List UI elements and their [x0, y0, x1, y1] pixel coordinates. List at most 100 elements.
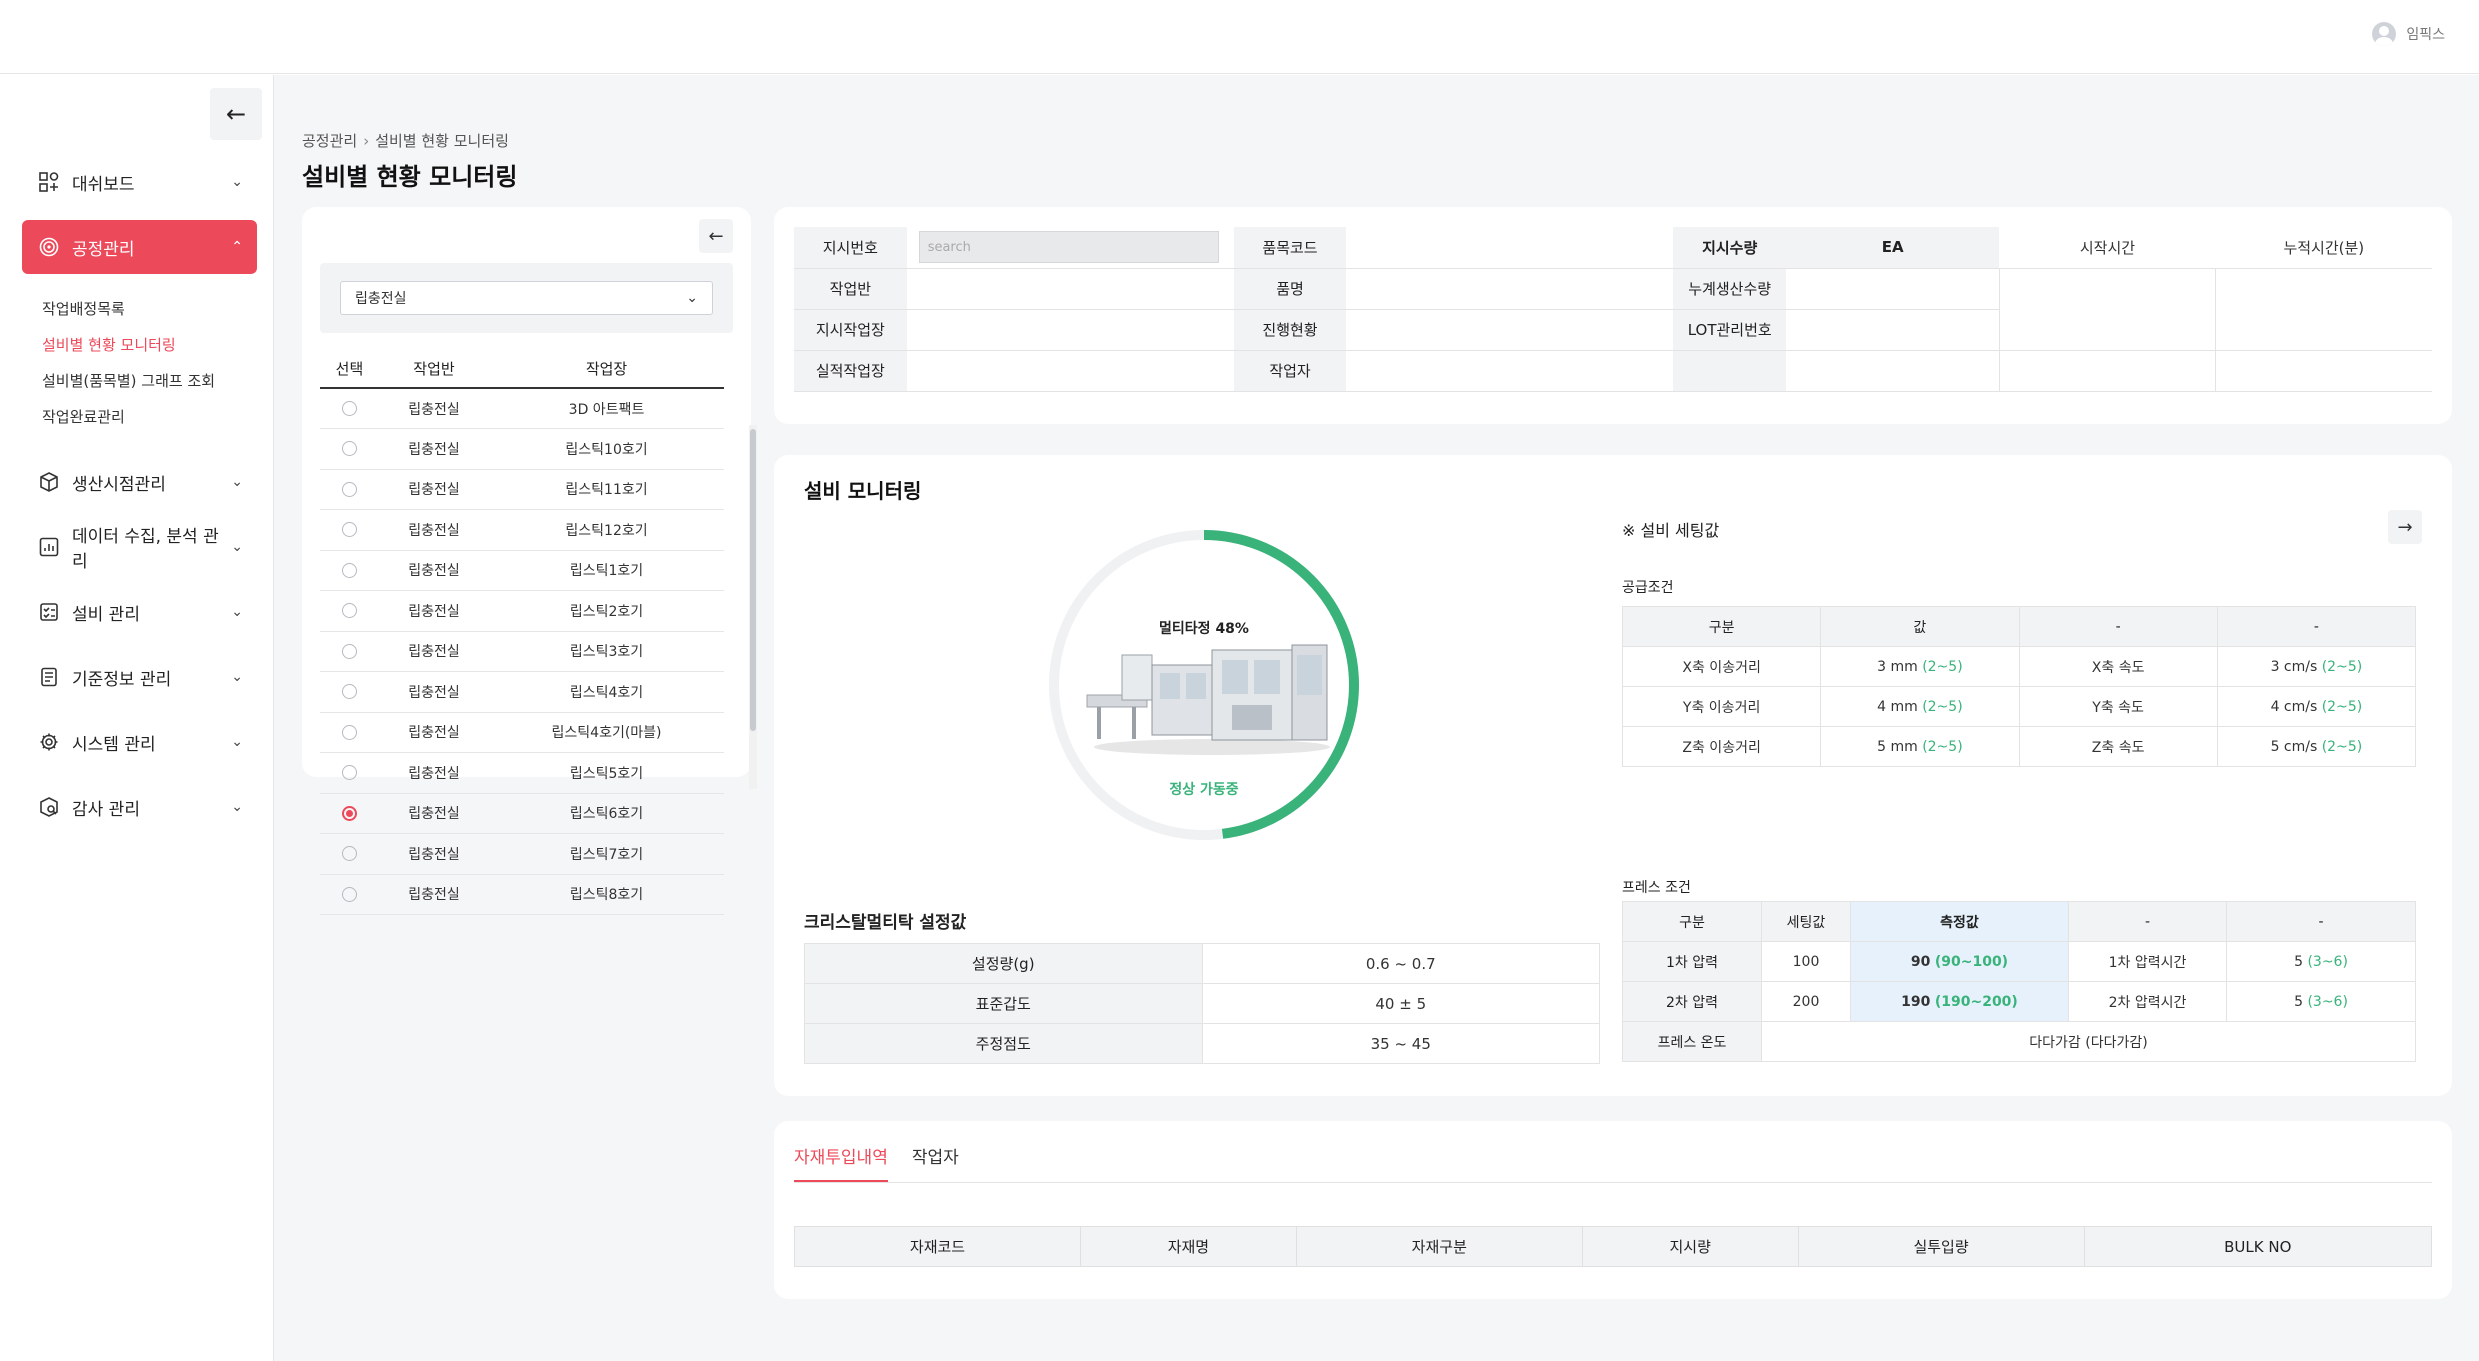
order-no-cell: search: [906, 227, 1234, 269]
cum-prod-value: [1786, 268, 2000, 310]
arrow-left-icon: ←: [225, 100, 247, 128]
avatar: [2372, 22, 2397, 46]
row-select[interactable]: [320, 671, 379, 713]
team-select[interactable]: 립충전실 ⌄: [340, 281, 713, 315]
chevron-down-icon: ⌄: [231, 669, 243, 685]
empty-value: [2215, 350, 2432, 392]
tab-material-input[interactable]: 자재투입내역: [794, 1143, 888, 1182]
team-cell: 립충전실: [378, 793, 490, 834]
radio-button[interactable]: [341, 643, 357, 659]
order-search-input[interactable]: search: [918, 231, 1219, 264]
column-header: 지시량: [1581, 1226, 1799, 1267]
scrollbar-thumb[interactable]: [750, 429, 756, 731]
submenu-item-active[interactable]: 설비별 현황 모니터링: [42, 327, 257, 363]
press-time-cell: 5 (3~6): [2226, 981, 2416, 1022]
radio-button[interactable]: [341, 684, 357, 700]
table-row[interactable]: 립충전실 립스틱5호기: [320, 752, 724, 794]
material-tabs: 자재투입내역 작업자: [794, 1143, 2432, 1183]
target-icon: [38, 236, 60, 258]
submenu: 작업배정목록 설비별 현황 모니터링 설비별(품목별) 그래프 조회 작업완료관…: [22, 285, 257, 455]
radio-button[interactable]: [341, 886, 357, 902]
supply-value-cell: 5 cm/s (2~5): [2216, 726, 2417, 767]
row-select[interactable]: [320, 469, 379, 510]
row-select[interactable]: [320, 874, 379, 915]
setting-label: 표준갑도: [804, 983, 1203, 1024]
row-select[interactable]: [320, 509, 379, 551]
supply-item: Z축 이송거리: [1621, 726, 1822, 767]
table-row[interactable]: 립충전실 립스틱3호기: [320, 631, 724, 672]
radio-button[interactable]: [341, 441, 357, 457]
supply-range: (2~5): [1922, 738, 1963, 755]
row-select[interactable]: [320, 631, 379, 672]
user-menu[interactable]: 임픽스: [2372, 22, 2445, 46]
setting-label: 주정점도: [804, 1023, 1203, 1064]
supply-range: (2~5): [2321, 658, 2363, 675]
sidebar-item-master[interactable]: 기준정보 관리 ⌄: [22, 650, 257, 704]
row-select[interactable]: [320, 833, 379, 875]
column-header: 실투입량: [1797, 1226, 2085, 1267]
radio-button[interactable]: [341, 805, 357, 821]
place-cell: 립스틱2호기: [489, 590, 724, 632]
team-cell: 립충전실: [378, 590, 490, 632]
table-row: X축 이송거리 3 mm (2~5) X축 속도 3 cm/s (2~5): [1621, 646, 2417, 687]
sidebar-item-data[interactable]: 데이터 수집, 분석 관리 ⌄: [22, 520, 257, 574]
sidebar-item-label: 데이터 수집, 분석 관리: [72, 527, 219, 572]
table-row[interactable]: 립충전실 립스틱12호기: [320, 509, 724, 551]
sidebar-collapse-button[interactable]: ←: [210, 88, 262, 140]
press-measure-cell: 90 (90~100): [1850, 941, 2069, 982]
setting-detail-button[interactable]: →: [2388, 510, 2422, 544]
column-header: 선택: [320, 350, 379, 389]
place-cell: 립스틱3호기: [489, 631, 724, 672]
dashboard-icon: [38, 171, 60, 193]
column-header: BULK NO: [2083, 1226, 2433, 1267]
supply-value-cell: 4 cm/s (2~5): [2216, 686, 2417, 727]
radio-button[interactable]: [341, 765, 357, 781]
table-row[interactable]: 립충전실 립스틱10호기: [320, 428, 724, 470]
submenu-item[interactable]: 작업완료관리: [42, 399, 257, 435]
press-time: 5: [2294, 953, 2303, 970]
radio-button[interactable]: [341, 724, 357, 740]
table-row[interactable]: 립충전실 립스틱11호기: [320, 469, 724, 510]
table-row[interactable]: 립충전실 립스틱4호기(마블): [320, 712, 724, 753]
sidebar-item-process[interactable]: 공정관리 ⌃: [22, 220, 257, 274]
material-table: 자재코드 자재명 자재구분 지시량 실투입량 BULK NO: [794, 1226, 2433, 1267]
radio-button[interactable]: [341, 562, 357, 578]
table-row[interactable]: 립충전실 립스틱8호기: [320, 874, 724, 915]
table-row[interactable]: 립충전실 립스틱2호기: [320, 590, 724, 632]
row-select[interactable]: [320, 388, 379, 429]
document-icon: [38, 666, 60, 688]
sidebar-item-audit[interactable]: 감사 관리 ⌄: [22, 780, 257, 834]
row-select[interactable]: [320, 793, 379, 834]
table-row: 1차 압력 100 90 (90~100) 1차 압력시간 5 (3~6): [1622, 941, 2416, 982]
row-select[interactable]: [320, 550, 379, 591]
radio-button[interactable]: [341, 401, 357, 416]
sidebar-item-system[interactable]: 시스템 관리 ⌄: [22, 715, 257, 769]
submenu-item[interactable]: 설비별(품목별) 그래프 조회: [42, 363, 257, 399]
sidebar-item-production[interactable]: 생산시점관리 ⌄: [22, 455, 257, 509]
place-cell: 립스틱4호기(마블): [489, 712, 724, 753]
table-row[interactable]: 립충전실 립스틱1호기: [320, 550, 724, 591]
sidebar-item-equipment[interactable]: 설비 관리 ⌄: [22, 585, 257, 639]
panel-collapse-button[interactable]: ←: [699, 219, 733, 253]
breadcrumb-root[interactable]: 공정관리: [302, 132, 357, 150]
row-select[interactable]: [320, 752, 379, 794]
field-label: 지시번호: [794, 227, 907, 269]
table-row[interactable]: 립충전실 립스틱4호기: [320, 671, 724, 713]
tab-worker[interactable]: 작업자: [912, 1143, 959, 1182]
table-row[interactable]: 립충전실 립스틱7호기: [320, 833, 724, 875]
table-row[interactable]: 립충전실 3D 아트팩트: [320, 388, 724, 429]
radio-button[interactable]: [341, 846, 357, 862]
row-select[interactable]: [320, 428, 379, 470]
radio-button[interactable]: [341, 603, 357, 619]
radio-button[interactable]: [341, 522, 357, 538]
row-select[interactable]: [320, 590, 379, 632]
field-label: 품명: [1233, 268, 1347, 310]
submenu-item[interactable]: 작업배정목록: [42, 291, 257, 327]
chevron-down-icon: ⌄: [231, 604, 243, 620]
supply-value-cell: 4 mm (2~5): [1820, 686, 2020, 727]
sidebar-item-dashboard[interactable]: 대쉬보드 ⌄: [22, 155, 257, 209]
radio-button[interactable]: [341, 481, 357, 497]
table-row[interactable]: 립충전실 립스틱6호기: [320, 793, 724, 834]
setting-value: 35 ~ 45: [1201, 1023, 1600, 1064]
row-select[interactable]: [320, 712, 379, 753]
